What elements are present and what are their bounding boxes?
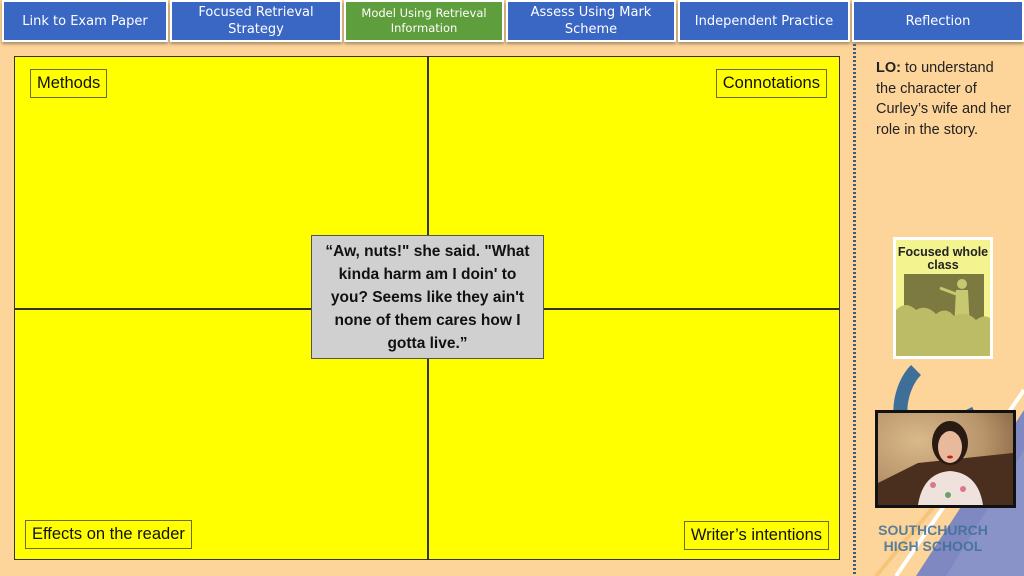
nav-model-using-retrieval-information[interactable]: Model Using Retrieval Information xyxy=(344,0,504,42)
school-name-line1: SOUTHCHURCH xyxy=(878,522,988,538)
analysis-grid: Methods Connotations Effects on the read… xyxy=(14,56,840,560)
nav-label: Model Using Retrieval Information xyxy=(361,6,487,35)
lo-prefix: LO: xyxy=(876,60,901,76)
nav-independent-practice[interactable]: Independent Practice xyxy=(678,0,850,42)
nav-link-to-exam-paper[interactable]: Link to Exam Paper xyxy=(2,0,168,42)
nav-assess-using-mark-scheme[interactable]: Assess Using Mark Scheme xyxy=(506,0,676,42)
nav-reflection[interactable]: Reflection xyxy=(852,0,1024,42)
nav-label: Independent Practice xyxy=(694,13,834,29)
school-name-line2: HIGH SCHOOL xyxy=(883,538,983,554)
nav-label: Assess Using Mark Scheme xyxy=(530,5,652,37)
character-photo xyxy=(875,410,1016,508)
nav-label: Reflection xyxy=(905,13,971,29)
focused-whole-class-card: Focused whole class xyxy=(893,237,993,359)
learning-objective: LO: to understand the character of Curle… xyxy=(876,58,1016,140)
effects-on-reader-label: Effects on the reader xyxy=(25,520,192,549)
classroom-teacher-icon xyxy=(896,274,990,356)
writers-intentions-label: Writer’s intentions xyxy=(683,521,829,550)
quote-box: “Aw, nuts!" she said. "What kinda harm a… xyxy=(311,235,544,359)
top-navigation: Link to Exam Paper Focused Retrieval Str… xyxy=(0,0,1024,44)
school-name: SOUTHCHURCH HIGH SCHOOL xyxy=(874,522,992,554)
nav-label: Focused Retrieval Strategy xyxy=(198,5,314,37)
nav-label: Link to Exam Paper xyxy=(22,13,148,29)
card-title: Focused whole class xyxy=(897,245,989,272)
methods-label: Methods xyxy=(30,69,108,98)
woman-portrait-icon xyxy=(878,421,1013,505)
connotations-label: Connotations xyxy=(715,69,827,98)
nav-focused-retrieval-strategy[interactable]: Focused Retrieval Strategy xyxy=(170,0,342,42)
quote-text: “Aw, nuts!" she said. "What kinda harm a… xyxy=(325,242,530,352)
